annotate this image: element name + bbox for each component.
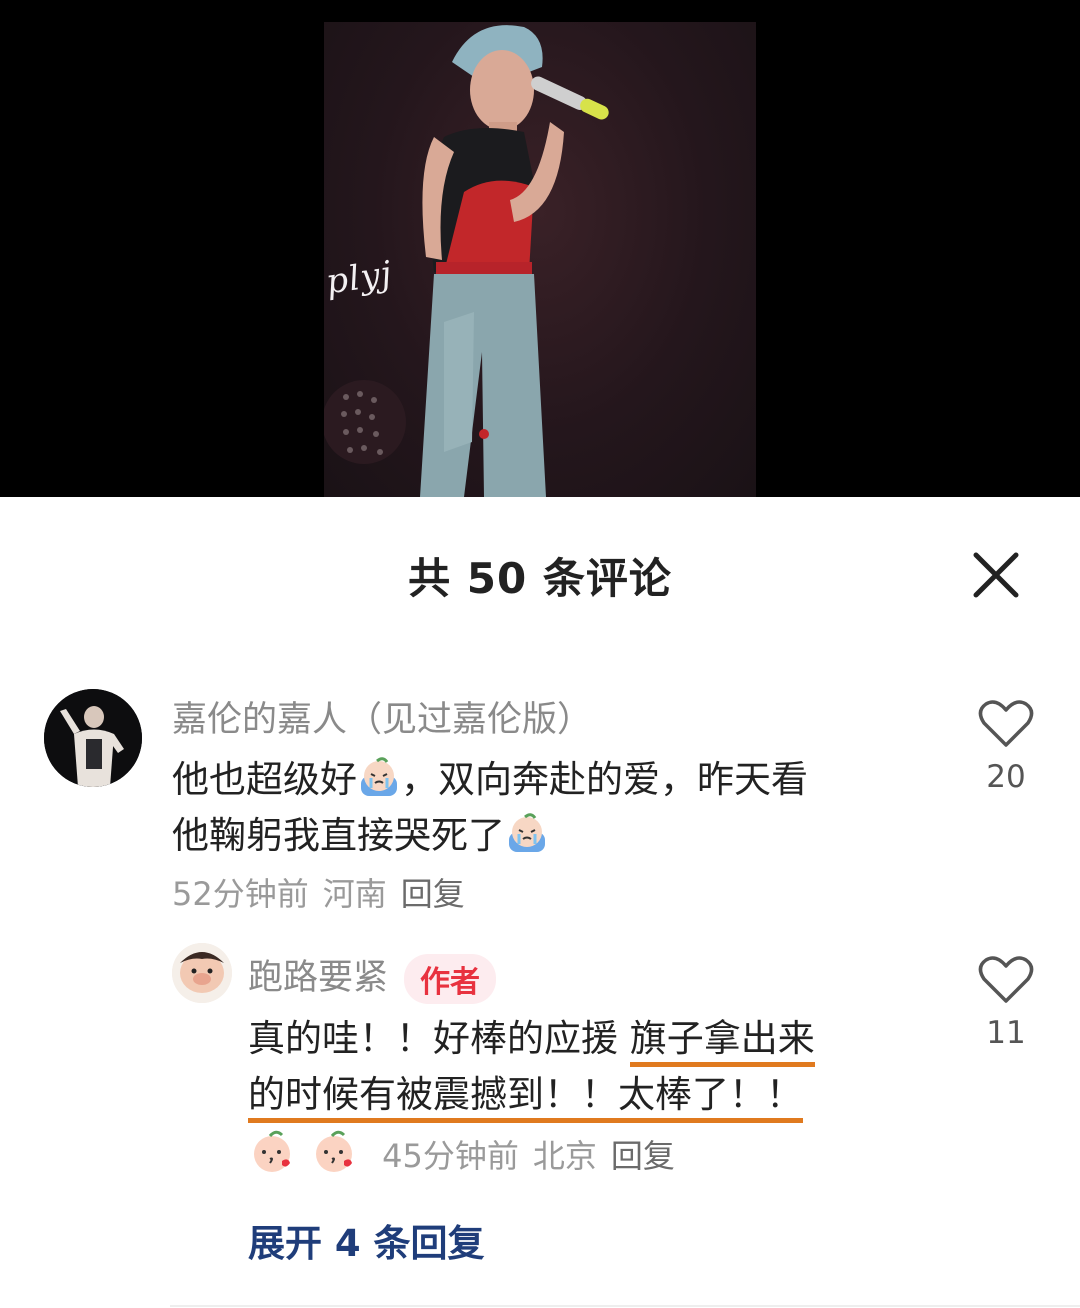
like-count: 20	[986, 759, 1026, 795]
divider	[170, 1305, 1080, 1307]
reply-avatar[interactable]	[172, 943, 232, 1003]
reply-username[interactable]: 跑路要紧	[248, 958, 388, 998]
heart-icon[interactable]	[978, 955, 1034, 1005]
kissing-peach-emoji-icon	[248, 1127, 296, 1175]
commenter-avatar[interactable]	[44, 689, 142, 787]
reply-like-button[interactable]: 11	[976, 955, 1036, 1051]
comment-location: 河南	[322, 875, 387, 913]
comment-text-line1a: 他也超级好	[172, 758, 357, 801]
reply-text-underlined-2: 的时候有被震撼到！！太棒了！！	[248, 1073, 803, 1123]
reply-text-underlined-1: 旗子拿出来	[629, 1017, 815, 1067]
comment-time: 52分钟前	[172, 875, 309, 913]
comments-count-title: 共 50 条评论	[408, 554, 672, 603]
comments-sheet: 共 50 条评论 嘉伦的嘉人（见过嘉伦版） 他也超级好 ，双向奔赴的爱，昨天看 他…	[0, 497, 1080, 1308]
reply-text: 真的哇！！好棒的应援 旗子拿出来 的时候有被震撼到！！太棒了！！	[248, 1011, 928, 1123]
reply-time: 45分钟前	[382, 1137, 519, 1175]
reply-button[interactable]: 回复	[401, 875, 465, 913]
comment-text: 他也超级好 ，双向奔赴的爱，昨天看 他鞠躬我直接哭死了	[172, 752, 932, 864]
comment-text-line1b: ，双向奔赴的爱，昨天看	[401, 758, 808, 801]
reply-username-row: 跑路要紧 作者	[248, 949, 497, 1004]
comment-text-line2: 他鞠躬我直接哭死了	[172, 814, 505, 857]
expand-replies-button[interactable]: 展开 4 条回复	[248, 1213, 485, 1267]
commenter-username[interactable]: 嘉伦的嘉人（见过嘉伦版）	[172, 691, 592, 742]
like-button[interactable]: 20	[976, 699, 1036, 795]
close-icon[interactable]	[970, 549, 1022, 601]
reply-reply-button[interactable]: 回复	[611, 1137, 675, 1175]
reply-text-line1: 真的哇！！好棒的应援	[248, 1017, 618, 1060]
crying-emoji-icon	[505, 812, 549, 856]
reply-meta: 45分钟前 北京 回复	[248, 1127, 689, 1177]
reply-like-count: 11	[986, 1015, 1026, 1051]
comment-meta: 52分钟前 河南 回复	[172, 869, 479, 915]
author-badge: 作者	[404, 954, 497, 1004]
video-player[interactable]: plyj	[0, 0, 1080, 497]
kissing-peach-emoji-icon	[310, 1127, 358, 1175]
crying-emoji-icon	[357, 756, 401, 800]
heart-icon[interactable]	[978, 699, 1034, 749]
reply-location: 北京	[532, 1137, 597, 1175]
